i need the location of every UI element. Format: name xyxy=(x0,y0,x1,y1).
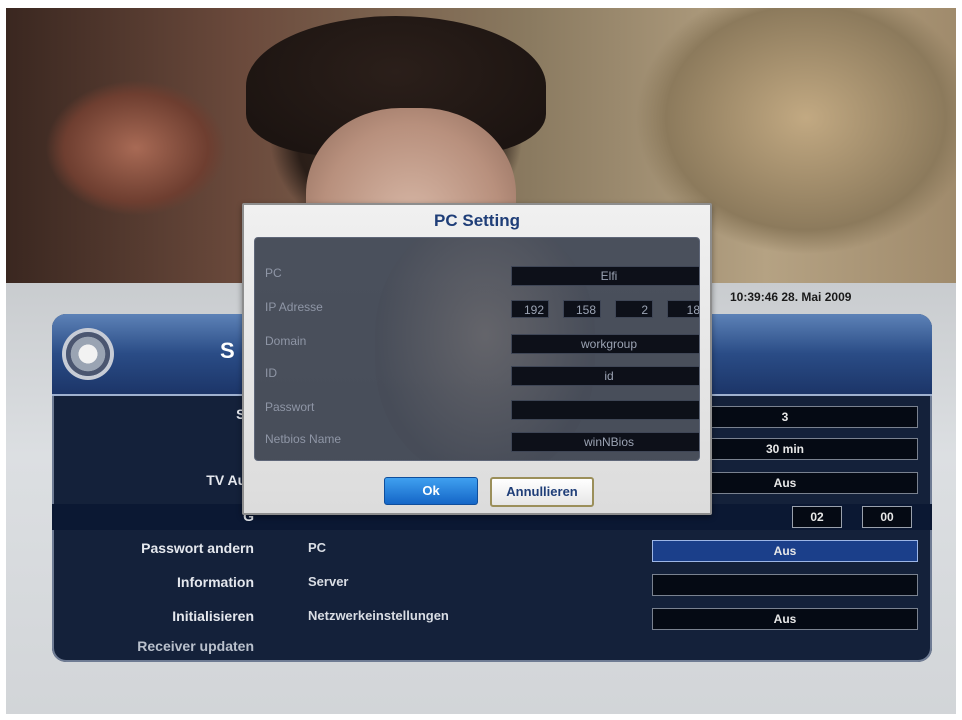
settings-row-label: Passwort andern xyxy=(141,540,254,556)
clock-date: 10:39:46 28. Mai 2009 xyxy=(730,290,852,304)
settings-row-label: Information xyxy=(177,574,254,590)
field-row-netbios[interactable]: Netbios Name winNBios xyxy=(265,432,699,452)
settings-row-sub: Server xyxy=(308,574,349,589)
settings-row-sub: Netzwerkeinstellungen xyxy=(308,608,449,623)
field-label: IP Adresse xyxy=(265,300,323,314)
ip-octet-2[interactable]: 158 xyxy=(563,300,601,318)
pc-name-input[interactable]: Elfi xyxy=(511,266,699,286)
settings-row-value[interactable] xyxy=(652,574,918,596)
field-label: ID xyxy=(265,366,277,380)
id-input[interactable]: id xyxy=(511,366,699,386)
settings-row-label: TV Aus xyxy=(206,472,254,488)
field-row-id[interactable]: ID id xyxy=(265,366,699,386)
ip-octet-3[interactable]: 2 xyxy=(615,300,653,318)
field-label: Domain xyxy=(265,334,307,348)
dialog-form: PC Elfi IP Adresse 192 158 2 18 Domain w… xyxy=(254,237,700,461)
settings-row[interactable]: Receiver updaten xyxy=(52,638,932,662)
ip-octet-4[interactable]: 18 xyxy=(667,300,699,318)
password-input[interactable] xyxy=(511,400,699,420)
field-label: PC xyxy=(265,266,282,280)
settings-row-label: Receiver updaten xyxy=(137,638,254,654)
netbios-name-input[interactable]: winNBios xyxy=(511,432,699,452)
settings-row-label: G xyxy=(243,508,254,524)
settings-row-value[interactable]: Aus xyxy=(652,540,918,562)
time-minute-field[interactable]: 00 xyxy=(862,506,912,528)
field-row-domain[interactable]: Domain workgroup xyxy=(265,334,699,354)
settings-row[interactable]: Information Server xyxy=(52,574,932,598)
settings-row[interactable]: Passwort andern PC Aus xyxy=(52,540,932,564)
pc-setting-dialog: PC Setting PC Elfi IP Adresse 192 158 2 … xyxy=(242,203,712,515)
ip-octet-1[interactable]: 192 xyxy=(511,300,549,318)
cancel-button[interactable]: Annullieren xyxy=(490,477,594,507)
ok-button[interactable]: Ok xyxy=(384,477,478,505)
settings-panel-title: S xyxy=(220,338,235,363)
field-row-password[interactable]: Passwort xyxy=(265,400,699,420)
settings-row-label: Sp xyxy=(52,406,254,422)
tv-screen: 10:39:46 28. Mai 2009 S Sp 3 30 min TV A… xyxy=(6,8,956,714)
domain-input[interactable]: workgroup xyxy=(511,334,699,354)
time-hour-field[interactable]: 02 xyxy=(792,506,842,528)
settings-row-label: Initialisieren xyxy=(172,608,254,624)
settings-row-value[interactable]: Aus xyxy=(652,608,918,630)
field-row-pc[interactable]: PC Elfi xyxy=(265,266,699,286)
field-label: Passwort xyxy=(265,400,315,414)
field-label: Netbios Name xyxy=(265,432,342,446)
settings-row-sub: PC xyxy=(308,540,327,555)
gear-icon xyxy=(66,332,110,376)
dialog-title: PC Setting xyxy=(434,211,520,230)
settings-row[interactable]: Initialisieren Netzwerkeinstellungen Aus xyxy=(52,608,932,632)
field-row-ip[interactable]: IP Adresse 192 158 2 18 xyxy=(265,300,699,320)
